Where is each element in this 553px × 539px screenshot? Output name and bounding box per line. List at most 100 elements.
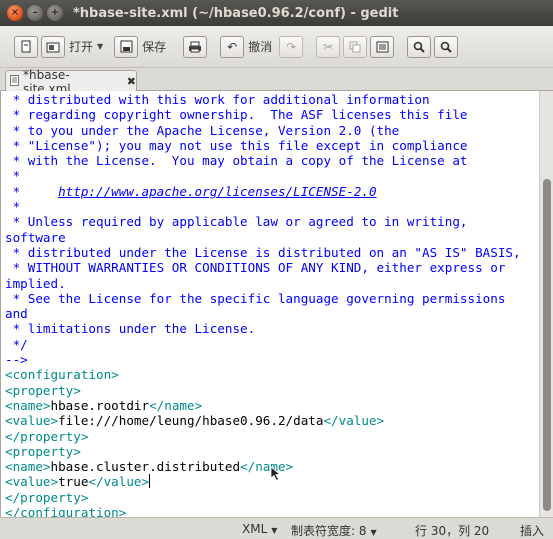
scrollbar-thumb[interactable] bbox=[543, 179, 551, 511]
license-link[interactable]: http://www.apache.org/licenses/LICENSE-2… bbox=[58, 184, 376, 199]
code-line: <value>file:///home/leung/hbase0.96.2/da… bbox=[5, 413, 535, 428]
paste-icon bbox=[370, 35, 395, 58]
code-line: * distributed with this work for additio… bbox=[5, 92, 535, 107]
cut-icon: ✂ bbox=[316, 35, 341, 58]
paste-button[interactable] bbox=[370, 33, 395, 61]
comment-text: * WITHOUT WARRANTIES OR CONDITIONS OF AN… bbox=[5, 260, 506, 276]
chevron-down-icon: ▼ bbox=[370, 528, 377, 537]
insert-mode: 插入 bbox=[520, 524, 545, 538]
xml-tag: </property> bbox=[5, 428, 89, 444]
xml-close-tag: </value> bbox=[88, 474, 150, 490]
title-bar: × – + *hbase-site.xml (~/hbase0.96.2/con… bbox=[0, 0, 553, 26]
close-window-button[interactable]: × bbox=[7, 5, 23, 21]
xml-open-tag: <name> bbox=[5, 397, 51, 413]
close-tab-icon[interactable]: ✖ bbox=[127, 75, 136, 88]
code-line: <property> bbox=[5, 383, 535, 398]
vertical-scrollbar[interactable] bbox=[539, 91, 553, 517]
language-label: XML bbox=[242, 522, 268, 536]
comment-text: * Unless required by applicable law or a… bbox=[5, 214, 468, 230]
xml-tag: </property> bbox=[5, 489, 89, 505]
open-dropdown-icon[interactable]: ▼ bbox=[97, 42, 103, 51]
mouse-pointer-icon bbox=[270, 466, 282, 482]
document-icon bbox=[10, 74, 19, 89]
code-line: * See the License for the specific langu… bbox=[5, 291, 535, 306]
new-document-icon bbox=[14, 35, 38, 58]
undo-button[interactable]: ↶ 撤消 bbox=[220, 33, 276, 61]
comment-text: * "License"); you may not use this file … bbox=[5, 137, 468, 153]
chevron-down-icon: ▼ bbox=[271, 526, 278, 535]
code-line: * to you under the Apache License, Versi… bbox=[5, 123, 535, 138]
comment-text: * distributed with this work for additio… bbox=[5, 92, 430, 107]
code-line: * "License"); you may not use this file … bbox=[5, 138, 535, 153]
save-button[interactable]: 保存 bbox=[114, 33, 170, 61]
code-line: </property> bbox=[5, 490, 535, 505]
undo-label: 撤消 bbox=[248, 40, 273, 54]
find-button[interactable] bbox=[407, 33, 432, 61]
open-button[interactable]: 打开 ▼ bbox=[41, 33, 111, 61]
find-replace-button[interactable] bbox=[434, 33, 459, 61]
xml-close-tag: </name> bbox=[240, 459, 294, 475]
status-bar: XML ▼ 制表符宽度: 8 ▼ 行 30，列 20 插入 bbox=[0, 517, 553, 539]
comment-text: * with the License. You may obtain a cop… bbox=[5, 153, 468, 169]
tab-width-label: 制表符宽度: 8 bbox=[291, 524, 367, 538]
window-controls: × – + bbox=[7, 5, 63, 21]
code-view[interactable]: * distributed with this work for additio… bbox=[5, 92, 535, 520]
xml-tag: <property> bbox=[5, 443, 81, 459]
code-line: <name>hbase.rootdir</name> bbox=[5, 398, 535, 413]
window-title: *hbase-site.xml (~/hbase0.96.2/conf) - g… bbox=[73, 5, 399, 21]
comment-text: software bbox=[5, 229, 66, 245]
code-line: */ bbox=[5, 337, 535, 352]
code-line: * http://www.apache.org/licenses/LICENSE… bbox=[5, 184, 535, 199]
undo-icon: ↶ bbox=[220, 35, 245, 58]
code-line: * with the License. You may obtain a cop… bbox=[5, 153, 535, 168]
language-selector[interactable]: XML ▼ bbox=[242, 522, 277, 536]
comment-text: and bbox=[5, 306, 28, 322]
save-icon bbox=[114, 35, 139, 58]
copy-icon bbox=[343, 35, 368, 58]
comment-text: * distributed under the License is distr… bbox=[5, 244, 521, 260]
comment-text: * http://www.apache.org/licenses/LICENSE… bbox=[5, 183, 377, 199]
code-line: and bbox=[5, 306, 535, 321]
text-editor[interactable]: * distributed with this work for additio… bbox=[0, 91, 553, 520]
code-line: * WITHOUT WARRANTIES OR CONDITIONS OF AN… bbox=[5, 260, 535, 275]
new-button[interactable] bbox=[14, 33, 38, 61]
maximize-window-button[interactable]: + bbox=[47, 5, 63, 21]
find-replace-icon bbox=[434, 35, 459, 58]
xml-open-tag: <name> bbox=[5, 459, 51, 475]
open-label: 打开 bbox=[69, 40, 94, 54]
comment-text: */ bbox=[5, 336, 28, 352]
code-line: * regarding copyright ownership. The ASF… bbox=[5, 107, 535, 122]
tab-hbase-site[interactable]: *hbase-site.xml ✖ bbox=[5, 68, 137, 96]
minimize-window-button[interactable]: – bbox=[27, 5, 43, 21]
xml-open-tag: <value> bbox=[5, 474, 59, 490]
code-line: * limitations under the License. bbox=[5, 321, 535, 336]
xml-open-tag: <value> bbox=[5, 413, 59, 429]
xml-tag: <configuration> bbox=[5, 367, 119, 383]
xml-value: true bbox=[58, 474, 89, 490]
code-line: * Unless required by applicable law or a… bbox=[5, 214, 535, 229]
copy-button[interactable] bbox=[343, 33, 368, 61]
search-icon bbox=[407, 35, 432, 58]
code-line: * bbox=[5, 168, 535, 183]
xml-value: hbase.rootdir bbox=[50, 397, 150, 413]
print-button[interactable] bbox=[183, 33, 208, 61]
code-line: --> bbox=[5, 352, 535, 367]
comment-text: implied. bbox=[5, 275, 66, 291]
xml-value: file:///home/leung/hbase0.96.2/data bbox=[58, 413, 324, 429]
xml-close-tag: </value> bbox=[323, 413, 385, 429]
code-line: <property> bbox=[5, 444, 535, 459]
code-line: <configuration> bbox=[5, 367, 535, 382]
cut-button[interactable]: ✂ bbox=[316, 33, 341, 61]
xml-close-tag: </name> bbox=[149, 397, 203, 413]
tab-bar: *hbase-site.xml ✖ bbox=[0, 68, 553, 96]
redo-button[interactable]: ↷ bbox=[279, 33, 304, 61]
xml-value: hbase.cluster.distributed bbox=[50, 459, 241, 475]
code-line: * distributed under the License is distr… bbox=[5, 245, 535, 260]
comment-text: * regarding copyright ownership. The ASF… bbox=[5, 107, 468, 123]
code-line: </property> bbox=[5, 429, 535, 444]
redo-icon: ↷ bbox=[279, 35, 304, 58]
comment-text: * bbox=[5, 168, 21, 184]
cursor-position: 行 30，列 20 bbox=[415, 524, 490, 538]
tab-width-selector[interactable]: 制表符宽度: 8 ▼ bbox=[291, 522, 377, 539]
code-line: implied. bbox=[5, 276, 535, 291]
